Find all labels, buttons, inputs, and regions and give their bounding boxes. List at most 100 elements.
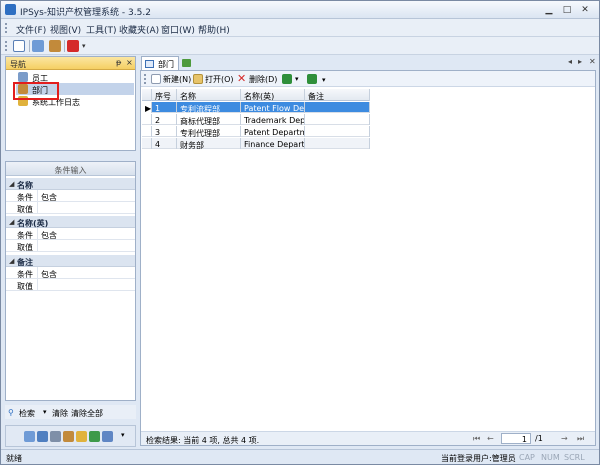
criteria-group-name[interactable]: ◢ 名称 [6,178,135,190]
tab-next-icon[interactable]: ▸ [578,57,582,66]
new-button-label: 新建(N) [163,75,192,84]
nav-close-icon[interactable]: × [126,58,133,67]
department-icon[interactable] [49,40,61,52]
table-row[interactable]: ▶ 1 专利流程部 Patent Flow Dep [142,102,370,113]
check-icon[interactable] [89,431,100,442]
column-header[interactable]: 序号 [152,89,177,101]
dropdown-icon[interactable]: ▾ [295,75,299,83]
tab-prev-icon[interactable]: ◂ [568,57,572,66]
value-input[interactable] [37,279,135,291]
table-cell[interactable]: 1 [152,102,177,113]
page-number-input[interactable]: 1 [501,433,531,444]
menu-tools[interactable]: 工具(T) [86,23,117,36]
collapse-icon[interactable]: ◢ [9,257,14,265]
criteria-condition-row[interactable]: 条件 包含 [6,190,135,202]
menu-file[interactable]: 文件(F) [16,23,46,36]
minimize-button[interactable]: ▁ [541,4,557,16]
department-icon[interactable] [63,431,74,442]
criteria-value-row[interactable]: 取值 [6,240,135,252]
table-cell[interactable]: 专利代理部 [177,126,241,137]
shortcut-overflow-icon[interactable]: ▾ [121,431,125,439]
search-icon[interactable] [13,40,25,52]
calendar-icon[interactable] [102,431,113,442]
table-cell[interactable]: 财务部 [177,138,241,149]
table-row[interactable]: 4 财务部 Finance Departm [142,138,370,149]
search-icon[interactable]: ⚲ [8,408,14,417]
criteria-group-remark[interactable]: ◢ 备注 [6,255,135,267]
condition-value-field[interactable]: 包含 [37,190,135,202]
new-tab-button[interactable] [181,57,193,69]
add-tab-icon [182,59,191,67]
collapse-icon[interactable]: ◢ [9,180,14,188]
condition-value-field[interactable]: 包含 [37,267,135,279]
menu-help[interactable]: 帮助(H) [198,23,230,36]
clear-all-button[interactable]: 清除全部 [71,408,103,419]
next-page-icon[interactable]: → [561,434,568,443]
table-cell[interactable] [305,114,370,125]
column-header[interactable]: 名称(英) [241,89,305,101]
table-cell[interactable]: Finance Departm [241,138,305,149]
edit-icon[interactable] [76,431,87,442]
table-header: 序号 名称 名称(英) 备注 [142,89,370,101]
delete-button[interactable]: ✕ 删除(D) [237,72,281,85]
users-icon[interactable] [24,431,35,442]
excel-export-button[interactable]: ▾ [282,73,302,85]
open-button[interactable]: 打开(O) [193,73,237,85]
delete-icon[interactable] [67,40,79,52]
search-dropdown-icon[interactable]: ▾ [43,408,47,416]
employee-icon [18,72,28,82]
prev-page-icon[interactable]: ← [487,434,494,443]
table-cell[interactable]: 3 [152,126,177,137]
num-indicator: NUM [541,453,560,462]
folder-icon[interactable] [50,431,61,442]
table-cell[interactable]: Trademark Depa [241,114,305,125]
maximize-button[interactable]: □ [559,4,575,16]
column-header[interactable]: 名称 [177,89,241,101]
criteria-condition-row[interactable]: 条件 包含 [6,267,135,279]
condition-value-field[interactable]: 包含 [37,228,135,240]
new-button[interactable]: 新建(N) [151,73,191,85]
table-row[interactable]: 2 商标代理部 Trademark Depa [142,114,370,125]
criteria-value-row[interactable]: 取值 [6,279,135,291]
users-icon[interactable] [32,40,44,52]
criteria-group-name-en[interactable]: ◢ 名称(英) [6,216,135,228]
menu-window[interactable]: 窗口(W) [161,23,195,36]
tab-close-icon[interactable]: ✕ [589,57,596,66]
tab-departments[interactable]: 部门 [141,56,179,70]
toolbar-overflow-icon[interactable]: ▾ [322,76,326,84]
menu-grip[interactable] [5,23,8,33]
menu-favorites[interactable]: 收藏夹(A) [119,23,159,36]
table-cell[interactable] [305,102,370,113]
table-cell[interactable]: 2 [152,114,177,125]
criteria-condition-row[interactable]: 条件 包含 [6,228,135,240]
book-icon[interactable] [37,431,48,442]
table-cell[interactable]: Patent Departme [241,126,305,137]
value-input[interactable] [37,202,135,214]
clear-button[interactable]: 清除 [52,408,68,419]
value-input[interactable] [37,240,135,252]
table-row[interactable]: 3 专利代理部 Patent Departme [142,126,370,137]
criteria-panel: 条件输入 ◢ 名称 条件 包含 取值 ◢ 名称(英) 条件 包含 取值 ◢ 备注 [5,161,136,401]
table-cell[interactable] [305,126,370,137]
toolbar-grip[interactable] [5,41,8,51]
criteria-value-row[interactable]: 取值 [6,202,135,214]
menu-view[interactable]: 视图(V) [50,23,81,36]
toolbar-overflow-icon[interactable]: ▾ [82,42,86,50]
toolbar-grip[interactable] [144,74,147,84]
collapse-icon[interactable]: ◢ [9,218,14,226]
last-page-icon[interactable]: ⏭ [577,434,584,444]
column-header[interactable]: 备注 [305,89,370,101]
pin-icon[interactable]: ᵽ [116,58,121,67]
table-cell[interactable]: 4 [152,138,177,149]
close-button[interactable]: ✕ [577,4,593,16]
tab-label: 部门 [158,60,174,69]
table-cell[interactable] [305,138,370,149]
search-button[interactable]: 检索 [19,408,35,419]
excel-icon [282,74,292,84]
table-cell[interactable]: Patent Flow Dep [241,102,305,113]
table-cell[interactable]: 专利流程部 [177,102,241,113]
table-cell[interactable]: 商标代理部 [177,114,241,125]
search-bar: ⚲ 检索 ▾ 清除 清除全部 [5,405,136,419]
content-panel: 新建(N) 打开(O) ✕ 删除(D) ▾ ▾ 序号 名称 名称(英) 备注 ▶… [140,70,596,446]
first-page-icon[interactable]: ⏮ [473,434,480,444]
